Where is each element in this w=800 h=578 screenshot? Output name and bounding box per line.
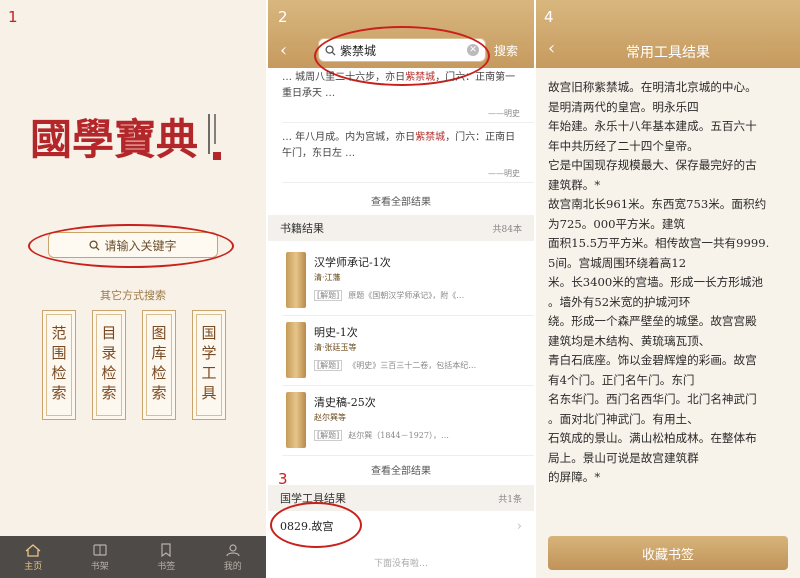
book-cover-icon [286,392,306,448]
tile-catalog-search[interactable]: 目录检索 [92,310,126,420]
search-results-screen: 2 ‹ 紫禁城 ✕ 搜索 … 城周八里二十六步，亦日紫禁城，门六：正南第一重日承… [268,0,534,578]
detail-line: 有4个门。正门名午门。东门 [548,372,695,387]
bookmark-icon [161,542,171,557]
detail-line: 名东华门。西门名西华门。北门名神武门 [548,392,757,406]
detail-text: 故宫旧称紫禁城。在明清北京城的中心。 是明清两代的皇宫。明永乐四年始建。永乐十八年… [548,78,792,488]
bottom-tab-bar: 主页 书架 书签 我的 [0,536,266,578]
home-screen: 1 國學寶典 请输入关键字 其它方式搜索 范围检索 目录检索 图库检索 国学工具… [0,0,266,578]
detail-line: 面积15.5万平方米。相传故宫一共有9999. [548,236,770,250]
view-all-books-link[interactable]: 查看全部结果 [268,462,534,477]
detail-line: 的屏障。* [548,470,601,484]
divider [282,182,534,183]
detail-line: 5间。宫城周围环绕着高12 [548,255,687,270]
book-cover-icon [286,252,306,308]
book-item[interactable]: 汉学师承记-1次 清·江藩 [解题] 原题《国朝汉学师承记》，附《… [282,250,532,312]
snippet-result-2[interactable]: … 年八月成。内为宫城，亦日紫禁城，门六：正南日午门，东日左 … [282,130,520,162]
bookmark-button[interactable]: 收藏书签 [548,536,788,570]
book-author: 清·张廷玉等 [314,343,357,352]
chevron-right-icon: › [516,518,522,534]
step-label-1: 1 [8,8,18,26]
snippet-source-2: ——明史 [488,169,520,178]
books-header-label: 书籍结果 [280,222,324,235]
page-title: 常用工具结果 [626,45,710,61]
detail-line: 它是中国现存规模最大、保存最完好的古 [548,158,757,172]
book-author: 赵尔巽等 [314,413,346,422]
tab-home[interactable]: 主页 [0,536,67,578]
step-label-2: 2 [278,8,288,26]
detail-line: 。墙外有52米宽的护城河环 [548,294,691,309]
detail-line: 为725。000平方米。建筑 [548,216,686,231]
back-icon[interactable]: ‹ [280,40,287,61]
tab-bookmarks[interactable]: 书签 [133,536,200,578]
logo-text: 國學寶典 [30,115,198,164]
bookshelf-icon [93,543,107,556]
tab-profile[interactable]: 我的 [200,536,267,578]
search-button[interactable]: 搜索 [494,42,518,59]
tile-range-search[interactable]: 范围检索 [42,310,76,420]
tile-gallery-search[interactable]: 图库检索 [142,310,176,420]
detail-line: 。面对北门神武门。有用土、 [548,411,699,426]
detail-line: 故宫旧称紫禁城。在明清北京城的中心。 [548,80,757,94]
detail-line: 建筑均是木结构、黄琉璃瓦顶、 [548,333,711,348]
end-of-list-text: 下面没有啦… [373,559,428,569]
tab-bookmarks-label: 书签 [157,561,176,572]
detail-line: 是明清两代的皇宫。明永乐四 [548,99,699,114]
detail-line: 石筑成的景山。满山松柏成林。在整体布 [548,431,757,445]
tool-detail-screen: 4 ‹ 常用工具结果 故宫旧称紫禁城。在明清北京城的中心。 是明清两代的皇宫。明永… [536,0,800,578]
tools-count: 共1条 [498,494,522,505]
detail-line: 年中共历经了二十四个皇帝。 [548,138,699,153]
books-count: 共84本 [492,224,522,235]
book-item[interactable]: 清史稿-25次 赵尔巽等 [解题] 赵尔巽（1844－1927），… [282,390,532,452]
tile-sinology-tools[interactable]: 国学工具 [192,310,226,420]
detail-line: 绕。形成一个森严壁垒的城堡。故宫宫殿 [548,314,757,328]
detail-line: 青白石底座。饰以金碧辉煌的彩画。故宫 [548,353,757,367]
book-desc: [解题] 赵尔巽（1844－1927），… [314,430,528,441]
user-icon [226,543,240,556]
detail-line: 局上。景山可说是故宫建筑群 [548,450,699,465]
home-icon [25,543,41,557]
book-desc: [解题] 《明史》三百三十二卷，包括本纪… [314,360,528,371]
snippet-result-1[interactable]: … 城周八里二十六步，亦日紫禁城，门六：正南第一重日承天 … [282,70,520,102]
book-cover-icon [286,322,306,378]
view-all-snippets-link[interactable]: 查看全部结果 [268,193,534,208]
detail-line: 米。长3400米的宫墙。形成一长方形城池 [548,275,764,289]
tab-bookshelf[interactable]: 书架 [67,536,134,578]
tab-bookshelf-label: 书架 [90,561,109,572]
logo-signature [208,114,221,160]
tab-profile-label: 我的 [223,561,242,572]
book-item[interactable]: 明史-1次 清·张廷玉等 [解题] 《明史》三百三十二卷，包括本纪… [282,320,532,382]
book-desc: [解题] 原题《国朝汉学师承记》，附《… [314,290,528,301]
book-title: 汉学师承记-1次 [314,256,391,269]
detail-line: 建筑群。* [548,177,601,192]
book-author: 清·江藩 [314,273,341,282]
divider [282,315,534,316]
tab-home-label: 主页 [24,561,43,572]
app-logo: 國學寶典 [30,114,221,164]
book-title: 明史-1次 [314,326,358,339]
divider [282,455,534,456]
divider [282,122,534,123]
snippet-source-1: ——明史 [488,109,520,118]
highlight-oval-tool [270,502,362,548]
detail-line: 年始建。永乐十八年基本建成。五百六十 [548,119,757,133]
step-label-4: 4 [544,8,554,26]
detail-line: 故宫南北长961米。东西宽753米。面积约 [548,197,767,211]
books-section-header: 书籍结果 共84本 [268,215,534,241]
divider [282,385,534,386]
highlight-oval-search [28,224,234,268]
book-title: 清史稿-25次 [314,396,376,409]
other-search-label: 其它方式搜索 [100,289,166,302]
